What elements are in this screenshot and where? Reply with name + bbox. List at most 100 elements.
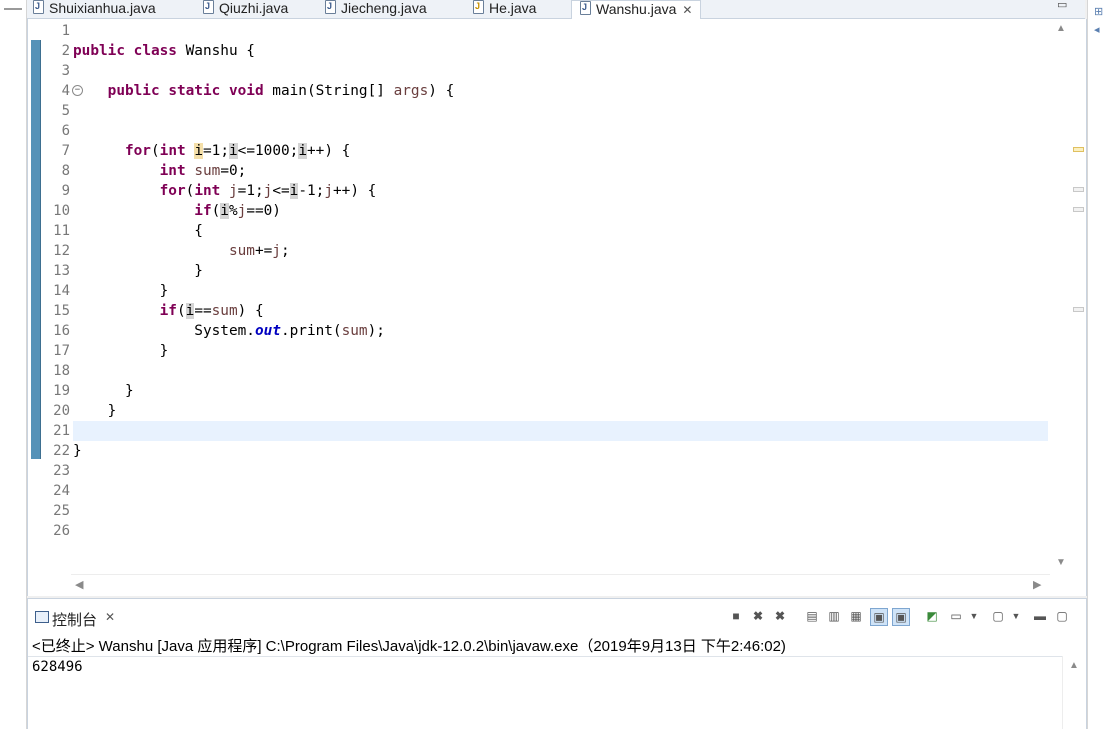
tab-close-icon[interactable]: ✕ [682, 3, 692, 17]
restore-panel-icon[interactable]: ◂ [1094, 24, 1106, 36]
editor-tab-bar: Shuixianhua.java Qiuzhi.java Jiecheng.ja… [27, 0, 1085, 19]
code-line[interactable]: if(i==sum) { [73, 301, 1048, 321]
code-line[interactable]: sum+=j; [73, 241, 1048, 261]
line-number: 14 [53, 283, 70, 299]
code-line[interactable]: int sum=0; [73, 161, 1048, 181]
code-line[interactable] [73, 481, 1048, 501]
line-number: 20 [53, 403, 70, 419]
tab-label: Shuixianhua.java [49, 0, 156, 16]
code-line[interactable]: public class Wanshu { [73, 41, 1048, 61]
code-line[interactable]: if(i%j==0) [73, 201, 1048, 221]
left-side-panel [0, 0, 27, 729]
console-vertical-scrollbar[interactable]: ▲ [1062, 656, 1086, 729]
line-number: 10 [53, 203, 70, 219]
tab-jiecheng[interactable]: Jiecheng.java [325, 0, 427, 18]
code-editor[interactable]: 1 2 3 4− 5 6 7 8 9 10 11 12 13 14 15 16 … [27, 19, 1087, 596]
code-line[interactable]: for(int j=1;j<=i-1;j++) { [73, 181, 1048, 201]
code-line[interactable]: } [73, 261, 1048, 281]
tab-he[interactable]: He.java [473, 0, 536, 18]
clear-console-icon[interactable]: ▤ [804, 608, 820, 624]
outline-view-icon[interactable]: ⊞ [1094, 6, 1106, 18]
code-line[interactable] [73, 21, 1048, 41]
code-line[interactable] [73, 361, 1048, 381]
tab-label: He.java [489, 0, 537, 16]
tab-wanshu[interactable]: Wanshu.java ✕ [571, 0, 702, 19]
code-text-area[interactable]: public class Wanshu { public static void… [73, 21, 1048, 541]
open-console-dropdown-icon[interactable]: ▼ [1008, 608, 1024, 624]
scroll-down-icon[interactable]: ▼ [1056, 557, 1066, 568]
tab-label: Qiuzhi.java [219, 0, 289, 16]
occurrence-marker[interactable] [1073, 147, 1084, 152]
occurrence-marker[interactable] [1073, 207, 1084, 212]
line-number: 22 [53, 443, 70, 459]
eclipse-window: Shuixianhua.java Qiuzhi.java Jiecheng.ja… [0, 0, 1110, 729]
display-console-dropdown-icon[interactable]: ▼ [966, 608, 982, 624]
code-line[interactable] [73, 101, 1048, 121]
code-line[interactable]: } [73, 381, 1048, 401]
code-line[interactable]: { [73, 221, 1048, 241]
line-number: 11 [53, 223, 70, 239]
pin-console-icon[interactable]: ◩ [924, 608, 940, 624]
terminate-icon[interactable]: ■ [728, 608, 744, 624]
console-output-text: 628496 [32, 659, 83, 675]
code-line[interactable] [73, 421, 1048, 441]
open-console-icon[interactable]: ▢ [990, 608, 1006, 624]
code-line[interactable] [73, 501, 1048, 521]
console-process-label: <已终止> Wanshu [Java 应用程序] C:\Program File… [32, 638, 786, 655]
code-line[interactable] [73, 521, 1048, 541]
tab-label: Jiecheng.java [341, 0, 427, 16]
occurrence-marker[interactable] [1073, 187, 1084, 192]
line-number: 21 [53, 423, 70, 439]
scroll-up-icon[interactable]: ▲ [1056, 23, 1066, 34]
java-file-icon [580, 0, 591, 15]
scroll-up-icon[interactable]: ▲ [1069, 660, 1079, 671]
console-toolbar: ■ ✖ ✖ ▤ ▥ ▦ ▣ ▣ ◩ ▭ ▼ ▢ ▼ ▬ ▢ [728, 607, 1083, 626]
code-line[interactable] [73, 461, 1048, 481]
line-number: 17 [53, 343, 70, 359]
tab-qiuzhi[interactable]: Qiuzhi.java [203, 0, 288, 18]
code-line[interactable]: for(int i=1;i<=1000;i++) { [73, 141, 1048, 161]
display-console-icon[interactable]: ▭ [948, 608, 964, 624]
scroll-right-icon[interactable]: ▶ [1033, 578, 1041, 591]
show-on-stderr-icon[interactable]: ▣ [892, 608, 910, 626]
line-number: 1 [61, 23, 70, 39]
occurrence-marker[interactable] [1073, 307, 1084, 312]
code-line[interactable]: } [73, 401, 1048, 421]
tab-shuixianhua[interactable]: Shuixianhua.java [33, 0, 156, 18]
line-number: 23 [53, 463, 70, 479]
tab-label: Wanshu.java [596, 1, 677, 17]
line-number: 24 [53, 483, 70, 499]
code-line[interactable]: System.out.print(sum); [73, 321, 1048, 341]
minimize-mark-icon[interactable] [4, 8, 22, 10]
scroll-lock-icon[interactable]: ▥ [826, 608, 842, 624]
code-line[interactable] [73, 61, 1048, 81]
line-number: 5 [61, 103, 70, 119]
tab-console[interactable]: 控制台 ✕ [28, 599, 128, 632]
word-wrap-icon[interactable]: ▦ [848, 608, 864, 624]
java-file-warning-icon [473, 0, 484, 14]
line-number: 26 [53, 523, 70, 539]
editor-horizontal-scrollbar[interactable]: ◀ ▶ [71, 574, 1050, 595]
code-line[interactable]: public static void main(String[] args) { [73, 81, 1048, 101]
minimize-view-icon[interactable]: ▬ [1032, 608, 1048, 624]
remove-launch-icon[interactable]: ✖ [750, 608, 766, 624]
console-output-area[interactable]: 628496 [28, 656, 1062, 729]
code-line[interactable]: } [73, 441, 1048, 461]
console-icon [35, 611, 49, 623]
show-on-stdout-icon[interactable]: ▣ [870, 608, 888, 626]
editor-vertical-scrollbar[interactable]: ▲ ▼ [1050, 19, 1070, 574]
console-tab-label: 控制台 [52, 612, 98, 629]
code-line[interactable]: } [73, 281, 1048, 301]
maximize-view-icon[interactable]: ▢ [1054, 608, 1070, 624]
line-number: 2 [61, 43, 70, 59]
scroll-left-icon[interactable]: ◀ [75, 578, 83, 591]
console-close-icon[interactable]: ✕ [105, 610, 115, 624]
code-line[interactable] [73, 121, 1048, 141]
code-line[interactable]: } [73, 341, 1048, 361]
minimize-editor-icon[interactable]: ▭ [1057, 0, 1067, 11]
remove-all-terminated-icon[interactable]: ✖ [772, 608, 788, 624]
java-file-icon [325, 0, 336, 14]
line-number: 15 [53, 303, 70, 319]
line-number: 19 [53, 383, 70, 399]
line-number: 18 [53, 363, 70, 379]
